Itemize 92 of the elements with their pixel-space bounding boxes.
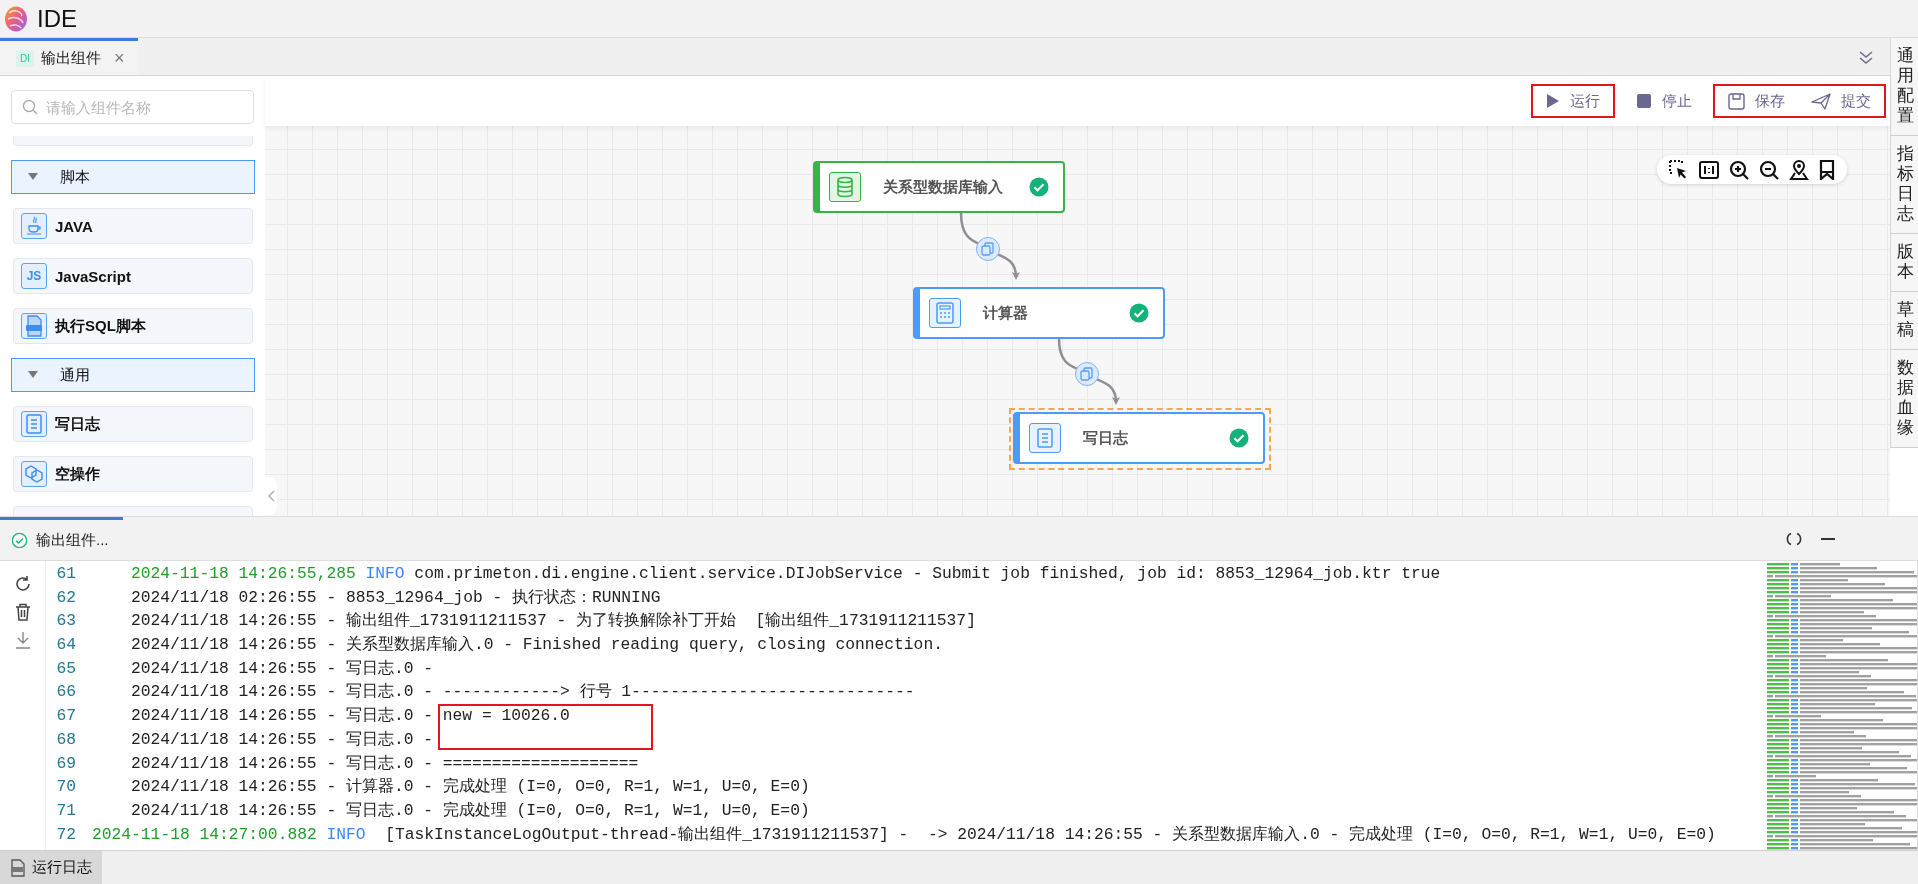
select-area-icon[interactable] bbox=[1669, 159, 1689, 180]
component-label: 执行SQL脚本 bbox=[55, 316, 146, 336]
loading-icon[interactable] bbox=[1786, 530, 1802, 547]
location-pin-icon[interactable] bbox=[1789, 159, 1809, 180]
side-tab[interactable]: 版本 bbox=[1891, 234, 1918, 292]
line-number: 70 bbox=[55, 776, 76, 799]
node-label: 写日志 bbox=[1083, 428, 1129, 448]
side-tab[interactable]: 草稿 bbox=[1891, 292, 1918, 350]
line-number: 67 bbox=[55, 705, 76, 728]
document-icon bbox=[1036, 428, 1054, 448]
chevron-left-icon bbox=[267, 490, 275, 502]
component-card[interactable]: 写日志 bbox=[13, 406, 253, 442]
component-card[interactable]: JS JavaScript bbox=[13, 258, 253, 294]
category-header[interactable]: 脚本 bbox=[11, 160, 255, 194]
line-number: 61 bbox=[55, 563, 76, 585]
actual-size-icon[interactable] bbox=[1699, 160, 1719, 179]
component-card[interactable]: JAVA bbox=[13, 208, 253, 244]
paper-plane-icon bbox=[1811, 92, 1831, 110]
tab-label: 输出组件 bbox=[41, 48, 101, 68]
log-line: 2024/11/18 14:26:55 - 写日志.0 - bbox=[130, 728, 434, 751]
submit-button[interactable]: 提交 bbox=[1807, 89, 1875, 113]
search-field[interactable]: 请输入组件名称 bbox=[11, 90, 254, 124]
zoom-in-icon[interactable] bbox=[1729, 159, 1749, 180]
log-line: 2024/11/18 14:26:55 - 写日志.0 - ------------> 行号 1----------------------------- bbox=[130, 681, 915, 704]
category-label: 通用 bbox=[60, 365, 90, 385]
line-number: 71 bbox=[55, 799, 76, 822]
side-tab[interactable]: 数据血缘 bbox=[1891, 350, 1918, 448]
log-line: 2024/11/18 14:26:55 - 写日志.0 - new = 10026.0 bbox=[76, 704, 570, 728]
database-icon bbox=[835, 176, 855, 198]
stop-button[interactable]: 停止 bbox=[1632, 89, 1696, 113]
log-line: 2024/11/18 14:26:55 - 写日志.0 - 完成处理 (I=0, O=0, R=1, W=1, U=0, E=0) bbox=[130, 799, 810, 822]
node-label: 关系型数据库输入 bbox=[883, 177, 1004, 197]
coffee-cup-icon bbox=[25, 215, 43, 237]
log-file-icon bbox=[10, 858, 26, 877]
connector-arrow bbox=[959, 212, 1020, 280]
connector-arrow bbox=[1057, 338, 1120, 405]
log-line: 2024/11/18 14:26:55 - 写日志.0 - ==================== bbox=[130, 752, 639, 775]
component-card[interactable]: 执行SQL脚本 bbox=[13, 308, 253, 344]
line-number: 65 bbox=[55, 657, 76, 680]
line-number: 62 bbox=[55, 586, 76, 609]
file-icon bbox=[25, 315, 43, 337]
copy-icon bbox=[1080, 367, 1094, 381]
app-logo bbox=[3, 4, 29, 33]
download-icon[interactable] bbox=[14, 631, 31, 649]
save-button[interactable]: 保存 bbox=[1724, 89, 1789, 113]
component-label: JavaScript bbox=[55, 267, 131, 285]
component-label: 写日志 bbox=[55, 414, 100, 434]
component-card[interactable]: 空操作 bbox=[13, 456, 253, 492]
close-tab-button[interactable]: × bbox=[114, 47, 125, 69]
line-number: 72 bbox=[55, 823, 76, 846]
app-title: IDE bbox=[37, 4, 77, 33]
tab-label: 输出组件... bbox=[36, 530, 109, 550]
line-number: 68 bbox=[55, 728, 76, 751]
log-line: 2024/11/18 14:26:55 - 写日志.0 - bbox=[130, 657, 434, 680]
flow-node[interactable]: 关系型数据库输入 bbox=[813, 161, 1065, 213]
log-line: 2024/11/18 02:26:55 - 8853_12964_job - 执行状态：RUNNING bbox=[130, 586, 661, 609]
stop-icon bbox=[1636, 93, 1652, 109]
run-button[interactable]: 运行 bbox=[1542, 89, 1604, 113]
log-line: 2024-11-18 14:27:00.882 INFO [TaskInstanceLogOutput-thread-输出组件_1731911211537] - -> 2024/11/18 14:26:55 - 关系型数据库输入.0 - 完成处理 (I=0, O=0, R=1, W=1, U=0, E=0) bbox=[91, 823, 1716, 846]
side-tab[interactable]: 指标日志 bbox=[1891, 136, 1918, 234]
node-label: 计算器 bbox=[983, 303, 1029, 323]
log-line: 2024/11/18 14:26:55 - 输出组件_1731911211537 - 为了转换解除补丁开始 [输出组件_1731911211537] bbox=[130, 610, 976, 633]
refresh-icon[interactable] bbox=[13, 575, 32, 593]
line-number: 63 bbox=[55, 610, 76, 633]
component-label: 空操作 bbox=[55, 464, 100, 484]
bookmark-icon[interactable] bbox=[1819, 159, 1835, 180]
line-number: 64 bbox=[55, 634, 76, 657]
log-line: 2024/11/18 14:26:55 - 关系型数据库输入.0 - Finished reading query, closing connection. bbox=[130, 634, 943, 657]
flow-node[interactable]: 写日志 bbox=[1013, 412, 1265, 464]
zoom-out-icon[interactable] bbox=[1759, 159, 1779, 180]
category-header[interactable]: 通用 bbox=[11, 358, 255, 392]
line-number: 66 bbox=[55, 681, 76, 704]
play-icon bbox=[1546, 93, 1560, 109]
line-number: 69 bbox=[55, 752, 76, 775]
double-chevron-down-icon[interactable] bbox=[1858, 48, 1874, 65]
side-tab[interactable]: 通用配置 bbox=[1891, 38, 1918, 136]
log-line: 2024-11-18 14:26:55,285 INFO com.primeton.di.engine.client.service.DIJobService - Submit job finished, job id: 8853_12964_job.ktr true bbox=[130, 563, 1441, 585]
log-line: 2024/11/18 14:26:55 - 计算器.0 - 完成处理 (I=0, O=0, R=1, W=1, U=0, E=0) bbox=[130, 776, 810, 799]
tab-label: 运行日志 bbox=[32, 858, 92, 877]
collapse-handle[interactable] bbox=[265, 477, 277, 515]
calculator-icon bbox=[936, 302, 954, 324]
hexagons-icon bbox=[23, 464, 45, 484]
copy-icon bbox=[981, 242, 995, 256]
log-tab[interactable]: 运行日志 bbox=[0, 851, 102, 884]
document-icon bbox=[25, 414, 43, 434]
search-icon bbox=[22, 99, 38, 115]
category-label: 脚本 bbox=[60, 167, 90, 187]
tab-badge: DI bbox=[16, 49, 34, 67]
flow-node[interactable]: 计算器 bbox=[913, 287, 1165, 339]
js-label: JS bbox=[26, 269, 42, 283]
component-label: JAVA bbox=[55, 217, 93, 235]
trash-icon[interactable] bbox=[14, 603, 31, 621]
